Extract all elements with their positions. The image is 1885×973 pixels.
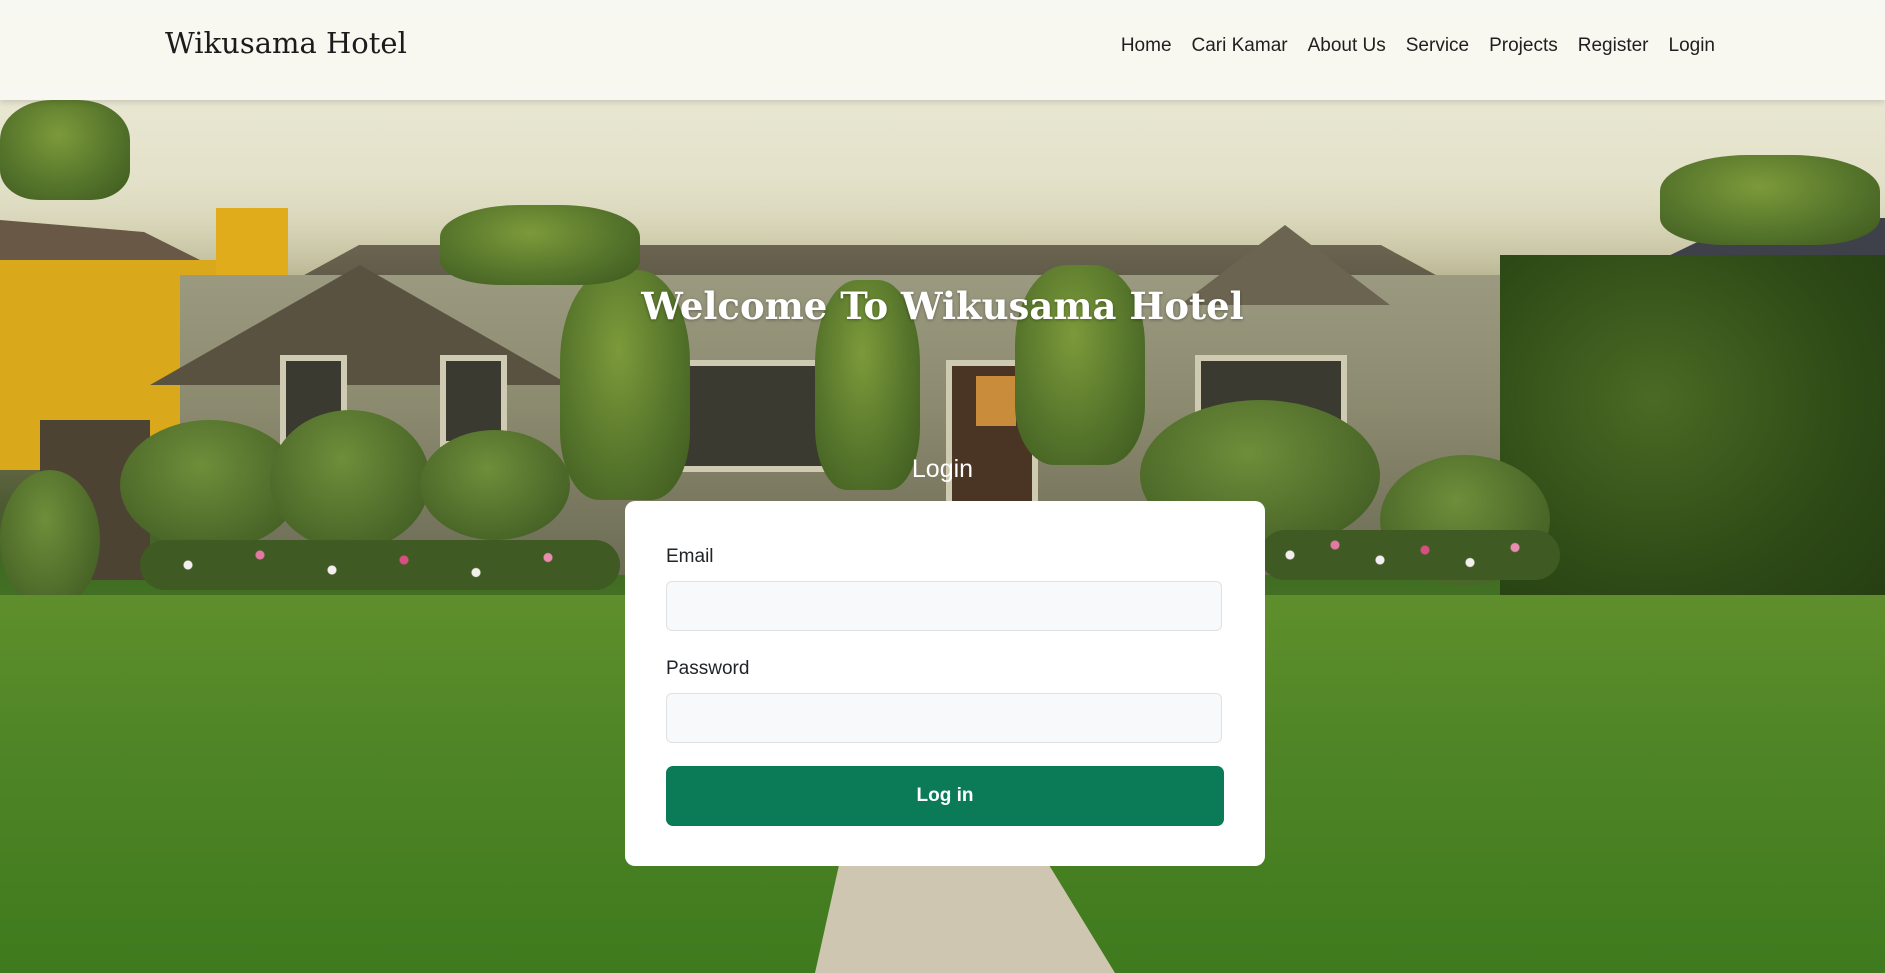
navbar: Wikusama Hotel Home Cari Kamar About Us … bbox=[0, 0, 1885, 100]
password-label: Password bbox=[666, 658, 750, 679]
nav-register[interactable]: Register bbox=[1568, 35, 1659, 57]
nav-home[interactable]: Home bbox=[1111, 35, 1182, 57]
flower-bed bbox=[140, 540, 620, 590]
hero-title: Welcome To Wikusama Hotel bbox=[641, 284, 1244, 328]
background-tree bbox=[1660, 155, 1880, 245]
nav-login[interactable]: Login bbox=[1659, 35, 1716, 57]
shrub bbox=[0, 470, 100, 610]
email-field[interactable] bbox=[666, 581, 1222, 631]
flower-bed bbox=[1260, 530, 1560, 580]
nav-projects[interactable]: Projects bbox=[1479, 35, 1568, 57]
nav-service[interactable]: Service bbox=[1396, 35, 1479, 57]
login-heading: Login bbox=[911, 455, 974, 483]
login-button[interactable]: Log in bbox=[666, 766, 1224, 826]
nav-cari-kamar[interactable]: Cari Kamar bbox=[1182, 35, 1298, 57]
background-tree bbox=[440, 205, 640, 285]
background-tree bbox=[0, 100, 130, 200]
login-card: Email Password Log in bbox=[625, 501, 1265, 866]
house-door-glass bbox=[976, 376, 1016, 426]
brand-logo[interactable]: Wikusama Hotel bbox=[165, 26, 407, 60]
nav-links: Home Cari Kamar About Us Service Project… bbox=[1111, 35, 1715, 57]
password-field[interactable] bbox=[666, 693, 1222, 743]
nav-about-us[interactable]: About Us bbox=[1298, 35, 1396, 57]
shrub bbox=[420, 430, 570, 540]
email-label: Email bbox=[666, 546, 714, 567]
